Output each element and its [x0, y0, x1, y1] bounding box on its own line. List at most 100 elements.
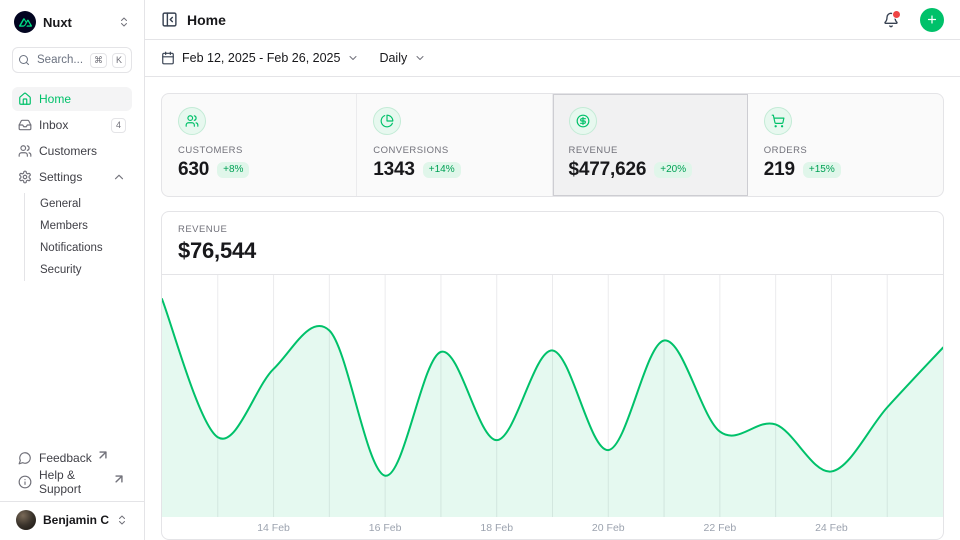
- stat-card-orders[interactable]: ORDERS 219 +15%: [748, 94, 943, 196]
- stat-label: CUSTOMERS: [178, 145, 340, 156]
- sidebar-item-members[interactable]: Members: [40, 215, 132, 237]
- inbox-icon: [18, 118, 32, 132]
- sidebar-item-settings[interactable]: Settings: [12, 165, 132, 189]
- footer-link-label: Help & Support: [39, 468, 108, 496]
- stat-value: $477,626: [569, 159, 647, 181]
- dollar-circle-icon: [576, 114, 590, 128]
- stat-card-customers[interactable]: CUSTOMERS 630 +8%: [162, 94, 357, 196]
- period-select[interactable]: Daily: [379, 51, 426, 65]
- sidebar-item-label: Home: [39, 92, 71, 106]
- gear-icon: [18, 170, 32, 184]
- notifications-button[interactable]: [883, 12, 899, 28]
- plus-icon: [926, 13, 938, 26]
- stat-icon-circle: [178, 107, 206, 135]
- chat-bubble-icon: [18, 451, 32, 465]
- notification-dot: [892, 10, 901, 19]
- sidebar-nav: Home Inbox 4 Customers Settings General …: [12, 87, 132, 283]
- stat-card-revenue[interactable]: REVENUE $477,626 +20%: [553, 94, 748, 196]
- user-menu-button[interactable]: Benjamin Canac: [12, 502, 132, 534]
- chevron-up-icon: [112, 170, 126, 184]
- settings-subnav: General Members Notifications Security: [24, 193, 132, 281]
- home-icon: [18, 92, 32, 106]
- stat-delta-badge: +8%: [217, 162, 249, 178]
- stats-row: CUSTOMERS 630 +8% CONVERSIONS 1343 +14%: [161, 93, 944, 197]
- sidebar-item-home[interactable]: Home: [12, 87, 132, 111]
- stat-label: REVENUE: [569, 145, 731, 156]
- kbd-k: K: [112, 53, 126, 68]
- users-icon: [185, 114, 199, 128]
- nuxt-logo-icon: [14, 11, 36, 33]
- sidebar-toggle-button[interactable]: [161, 11, 178, 28]
- external-link-icon: [96, 448, 110, 462]
- pie-chart-icon: [380, 114, 394, 128]
- feedback-link[interactable]: Feedback: [12, 447, 132, 469]
- kbd-cmd: ⌘: [90, 53, 107, 68]
- top-header: Home: [145, 0, 960, 40]
- footer-link-label: Feedback: [39, 451, 92, 465]
- sidebar-item-customers[interactable]: Customers: [12, 139, 132, 163]
- stat-label: CONVERSIONS: [373, 145, 535, 156]
- stat-label: ORDERS: [764, 145, 927, 156]
- chart-canvas[interactable]: [162, 275, 943, 517]
- sidebar-item-security[interactable]: Security: [40, 259, 132, 281]
- sidebar-item-label: Settings: [39, 170, 82, 184]
- chart-header: REVENUE $76,544: [162, 212, 943, 275]
- chevrons-up-down-icon: [118, 16, 130, 28]
- workspace-switcher[interactable]: Nuxt: [12, 10, 132, 34]
- sidebar-item-general[interactable]: General: [40, 193, 132, 215]
- main-area: Home Feb 12, 2025 - Feb 26, 2025 Daily C…: [145, 0, 960, 540]
- search-input[interactable]: [35, 53, 85, 67]
- chart-metric-label: REVENUE: [178, 224, 927, 235]
- stat-delta-badge: +15%: [803, 162, 841, 178]
- filters-toolbar: Feb 12, 2025 - Feb 26, 2025 Daily: [145, 40, 960, 77]
- chevrons-up-down-icon: [116, 514, 128, 526]
- stat-value: 219: [764, 159, 795, 181]
- date-range-button[interactable]: Feb 12, 2025 - Feb 26, 2025: [161, 51, 359, 65]
- x-axis-label: 22 Feb: [703, 522, 736, 534]
- stat-delta-badge: +14%: [423, 162, 461, 178]
- inbox-count-badge: 4: [111, 118, 126, 133]
- x-axis-label: 14 Feb: [257, 522, 290, 534]
- sub-item-label: Security: [40, 264, 82, 276]
- revenue-chart-card: REVENUE $76,544 14 Feb16 Feb18 Feb20 Feb…: [161, 211, 944, 540]
- calendar-icon: [161, 51, 175, 65]
- user-name: Benjamin Canac: [43, 513, 109, 527]
- chart-x-axis: 14 Feb16 Feb18 Feb20 Feb22 Feb24 Feb: [162, 517, 943, 539]
- period-label: Daily: [379, 51, 407, 65]
- stat-icon-circle: [569, 107, 597, 135]
- sub-item-label: Notifications: [40, 242, 103, 254]
- sidebar: Nuxt ⌘ K Home Inbox 4 Customers Settings…: [0, 0, 145, 540]
- chart-metric-value: $76,544: [178, 238, 927, 264]
- workspace-name: Nuxt: [43, 15, 111, 30]
- sidebar-footer-links: Feedback Help & Support: [12, 447, 132, 493]
- add-button[interactable]: [920, 8, 944, 32]
- panel-left-close-icon: [161, 11, 178, 28]
- stat-delta-badge: +20%: [654, 162, 692, 178]
- sub-item-label: General: [40, 198, 81, 210]
- chevron-down-icon: [347, 52, 359, 64]
- date-range-label: Feb 12, 2025 - Feb 26, 2025: [182, 51, 340, 65]
- search-field[interactable]: ⌘ K: [12, 47, 132, 73]
- stat-icon-circle: [373, 107, 401, 135]
- stat-card-conversions[interactable]: CONVERSIONS 1343 +14%: [357, 94, 552, 196]
- search-icon: [18, 54, 30, 66]
- help-support-link[interactable]: Help & Support: [12, 471, 132, 493]
- chevron-down-icon: [414, 52, 426, 64]
- cart-icon: [771, 114, 785, 128]
- info-circle-icon: [18, 475, 32, 489]
- avatar: [16, 510, 36, 530]
- x-axis-label: 18 Feb: [480, 522, 513, 534]
- users-icon: [18, 144, 32, 158]
- sidebar-item-label: Inbox: [39, 118, 68, 132]
- sidebar-item-notifications[interactable]: Notifications: [40, 237, 132, 259]
- x-axis-label: 20 Feb: [592, 522, 625, 534]
- sidebar-item-label: Customers: [39, 144, 97, 158]
- stat-icon-circle: [764, 107, 792, 135]
- external-link-icon: [112, 472, 126, 486]
- revenue-area-chart[interactable]: [162, 275, 943, 517]
- sidebar-item-inbox[interactable]: Inbox 4: [12, 113, 132, 137]
- sidebar-spacer: [12, 283, 132, 447]
- sub-item-label: Members: [40, 220, 88, 232]
- x-axis-label: 24 Feb: [815, 522, 848, 534]
- content: CUSTOMERS 630 +8% CONVERSIONS 1343 +14%: [145, 77, 960, 540]
